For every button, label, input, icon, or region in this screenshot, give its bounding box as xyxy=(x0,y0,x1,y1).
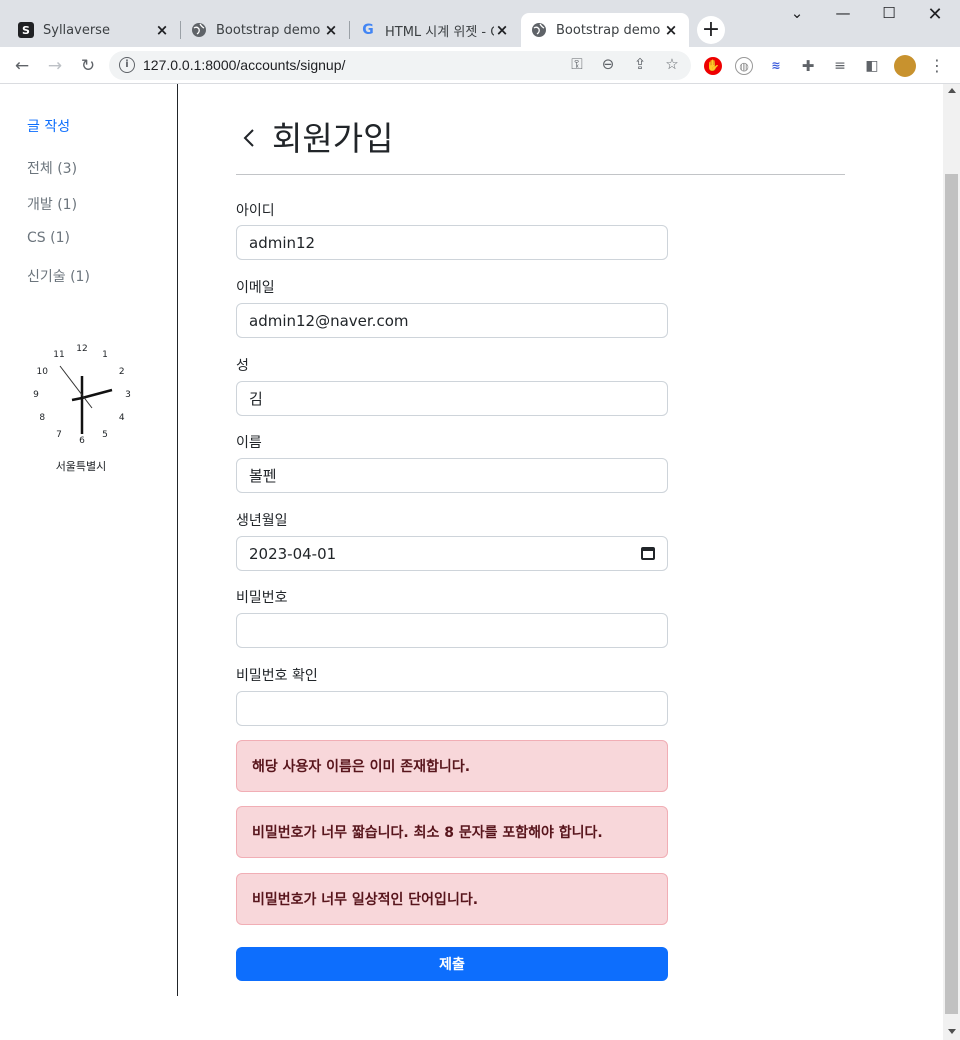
page-scrollbar[interactable] xyxy=(943,84,960,1040)
adblock-extension-icon[interactable]: ✋ xyxy=(704,57,722,75)
calendar-icon[interactable] xyxy=(641,547,655,560)
close-window-icon[interactable]: ✕ xyxy=(912,4,958,28)
username-input[interactable]: admin12 xyxy=(236,225,668,260)
clock-numeral: 7 xyxy=(56,430,62,440)
clock-hour-hand-tail xyxy=(71,396,83,402)
error-alert-password-too-short: 비밀번호가 너무 짧습니다. 최소 8 문자를 포함해야 합니다. xyxy=(236,806,668,858)
password-confirm-input[interactable] xyxy=(236,691,668,726)
title-divider xyxy=(236,174,845,175)
last-name-input[interactable]: 김 xyxy=(236,381,668,416)
sidebar: 글 작성 전체 (3) 개발 (1) CS (1) 신기술 (1) 12 1 2 3 4… xyxy=(0,84,178,996)
category-link-all[interactable]: 전체 (3) xyxy=(27,158,77,178)
clock-numeral: 3 xyxy=(125,390,131,400)
email-label: 이메일 xyxy=(236,280,275,296)
syllaverse-favicon-icon: S xyxy=(18,22,34,38)
last-name-label: 성 xyxy=(236,358,249,374)
reload-icon[interactable]: ↻ xyxy=(75,53,101,79)
forward-arrow-icon[interactable]: → xyxy=(42,53,68,79)
new-tab-button[interactable]: + xyxy=(697,16,725,44)
profile-avatar[interactable] xyxy=(894,55,916,77)
wave-extension-icon[interactable]: ≋ xyxy=(767,57,785,75)
clock-numeral: 5 xyxy=(102,430,108,440)
browser-tab-bootstrap-demo[interactable]: Bootstrap demo × xyxy=(181,13,349,47)
clock-numeral: 4 xyxy=(119,413,125,423)
close-tab-icon[interactable]: × xyxy=(494,21,510,39)
clock-city-label: 서울특별시 xyxy=(55,460,107,473)
close-tab-icon[interactable]: × xyxy=(323,21,339,39)
close-tab-icon[interactable]: × xyxy=(154,21,170,39)
username-label: 아이디 xyxy=(236,203,275,219)
side-panel-icon[interactable]: ◧ xyxy=(863,57,881,75)
site-info-icon[interactable]: i xyxy=(119,57,135,73)
submit-button[interactable]: 제출 xyxy=(236,947,668,981)
clock-hour-hand xyxy=(81,388,113,400)
globe-icon xyxy=(531,22,547,38)
clock-numeral: 9 xyxy=(33,390,39,400)
extensions-puzzle-icon[interactable]: ✚ xyxy=(799,57,817,75)
tab-title: Syllaverse xyxy=(43,22,110,38)
globe-icon xyxy=(191,22,207,38)
address-bar[interactable]: i 127.0.0.1:8000/accounts/signup/ ⚿ ⊖ ⇪ … xyxy=(109,51,691,80)
first-name-input[interactable]: 볼펜 xyxy=(236,458,668,493)
analog-clock-widget: 121234567891011 xyxy=(33,344,131,446)
back-arrow-icon[interactable]: ← xyxy=(9,53,35,79)
browser-tab-syllaverse[interactable]: S Syllaverse × xyxy=(8,13,180,47)
category-link-cs[interactable]: CS (1) xyxy=(27,230,70,246)
clock-numeral: 10 xyxy=(36,367,48,377)
key-icon[interactable]: ⚿ xyxy=(567,55,587,73)
bookmark-star-icon[interactable]: ☆ xyxy=(662,55,682,73)
clock-numeral: 8 xyxy=(39,413,45,423)
password-label: 비밀번호 xyxy=(236,590,288,606)
scroll-down-arrow-icon[interactable] xyxy=(948,1029,956,1034)
tab-title: Bootstrap demo xyxy=(216,22,321,38)
email-input[interactable]: admin12@naver.com xyxy=(236,303,668,338)
tab-search-chevron-icon[interactable]: ⌄ xyxy=(774,4,820,28)
maximize-window-icon[interactable]: ☐ xyxy=(866,4,912,28)
clock-numeral: 1 xyxy=(102,350,108,360)
scrollbar-thumb[interactable] xyxy=(945,174,958,1014)
more-menu-icon[interactable]: ⋮ xyxy=(928,57,946,75)
birthdate-label: 생년월일 xyxy=(236,513,288,529)
zoom-icon[interactable]: ⊖ xyxy=(598,55,618,73)
tab-title: Bootstrap demo xyxy=(556,22,661,38)
scroll-up-arrow-icon[interactable] xyxy=(948,88,956,93)
globe-extension-icon[interactable]: ◍ xyxy=(735,57,753,75)
first-name-label: 이름 xyxy=(236,435,262,451)
password-confirm-label: 비밀번호 확인 xyxy=(236,668,318,684)
clock-second-hand xyxy=(59,365,93,409)
clock-numeral: 6 xyxy=(79,436,85,446)
clock-numeral: 11 xyxy=(53,350,64,360)
clock-numeral: 12 xyxy=(76,344,87,354)
share-icon[interactable]: ⇪ xyxy=(630,55,650,73)
clock-numeral: 2 xyxy=(119,367,125,377)
birthdate-value: 2023-04-01 xyxy=(249,544,337,563)
error-alert-password-too-common: 비밀번호가 너무 일상적인 단어입니다. xyxy=(236,873,668,925)
url-text[interactable]: 127.0.0.1:8000/accounts/signup/ xyxy=(143,57,345,73)
birthdate-input[interactable]: 2023-04-01 xyxy=(236,536,668,571)
back-chevron-icon[interactable] xyxy=(240,128,260,148)
error-alert-username-exists: 해당 사용자 이름은 이미 존재합니다. xyxy=(236,740,668,792)
media-queue-icon[interactable]: ≡ xyxy=(831,57,849,75)
browser-tab-bar: S Syllaverse × Bootstrap demo × G HTML 시… xyxy=(0,0,960,47)
browser-tab-bootstrap-demo-active[interactable]: Bootstrap demo × xyxy=(521,13,689,47)
page-title: 회원가입 xyxy=(272,119,394,158)
write-post-link[interactable]: 글 작성 xyxy=(27,116,70,136)
browser-tab-clock-widget[interactable]: G HTML 시계 위젯 - G × xyxy=(350,13,520,47)
password-input[interactable] xyxy=(236,613,668,648)
category-link-dev[interactable]: 개발 (1) xyxy=(27,194,77,214)
google-icon: G xyxy=(362,22,374,38)
close-tab-icon[interactable]: × xyxy=(663,21,679,39)
category-link-newtech[interactable]: 신기술 (1) xyxy=(27,266,90,286)
minimize-window-icon[interactable]: — xyxy=(820,4,866,28)
browser-toolbar: ← → ↻ i 127.0.0.1:8000/accounts/signup/ … xyxy=(0,47,960,84)
tab-title: HTML 시계 위젯 - G xyxy=(385,24,494,40)
